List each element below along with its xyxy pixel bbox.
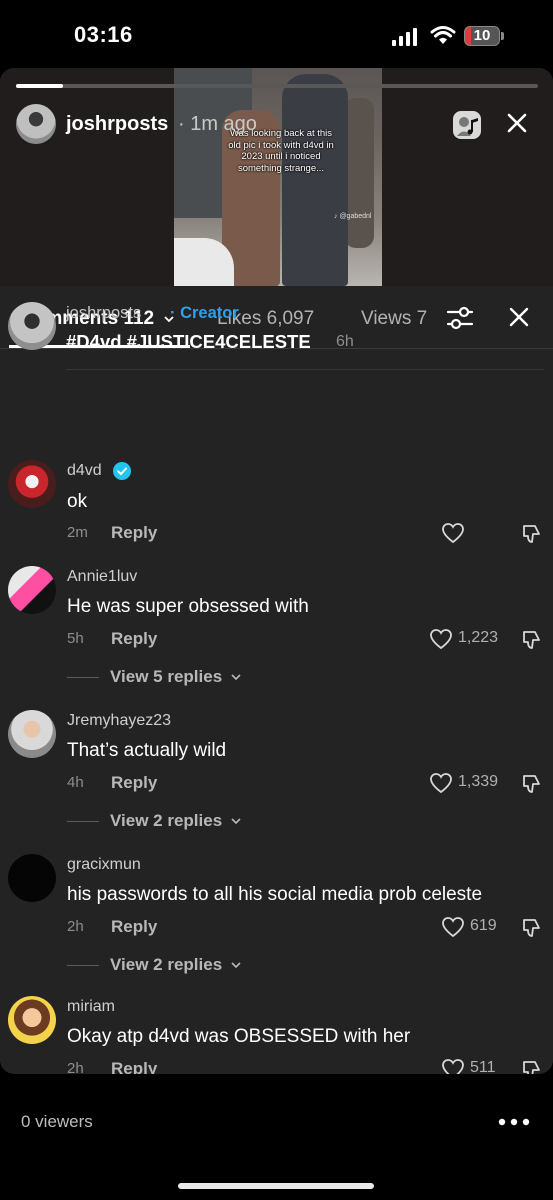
like-count: 619 xyxy=(470,917,497,934)
story-header: Was looking back at this old pic i took … xyxy=(0,68,553,286)
dislike-icon[interactable] xyxy=(520,522,544,546)
comment-text: He was super obsessed with xyxy=(67,596,309,617)
comment-text: ok xyxy=(67,491,88,512)
comment-row-clipped: miriam Okay atp d4vd was OBSESSED with h… xyxy=(0,990,553,1074)
comment-username[interactable]: Annie1luv xyxy=(67,568,137,586)
view-replies-button[interactable]: View 2 replies xyxy=(110,955,242,975)
avatar[interactable] xyxy=(8,854,56,902)
viewers-count[interactable]: 0 viewers xyxy=(21,1112,93,1132)
heart-icon[interactable] xyxy=(429,772,453,794)
creator-caption-time: 6h xyxy=(336,333,354,350)
divider xyxy=(66,369,544,370)
comment-username[interactable]: gracixmun xyxy=(67,856,141,874)
heart-icon[interactable] xyxy=(429,628,453,650)
reply-button[interactable]: Reply xyxy=(111,1059,157,1074)
avatar[interactable] xyxy=(8,566,56,614)
comment-username[interactable]: Jremyhayez23 xyxy=(67,712,171,730)
chevron-down-icon xyxy=(231,818,241,825)
divider xyxy=(67,965,99,966)
home-indicator[interactable] xyxy=(178,1183,374,1189)
heart-icon[interactable] xyxy=(441,1058,465,1074)
avatar[interactable] xyxy=(8,996,56,1044)
dislike-icon[interactable] xyxy=(520,1058,544,1074)
like-count: 1,223 xyxy=(458,629,499,646)
view-replies-button[interactable]: View 5 replies xyxy=(110,667,242,687)
video-watermark: ♪ @gabednl xyxy=(334,213,372,220)
music-icon[interactable] xyxy=(452,110,482,140)
view-replies-button[interactable]: View 2 replies xyxy=(110,811,242,831)
comment-username[interactable]: miriam xyxy=(67,998,115,1016)
dislike-icon[interactable] xyxy=(520,916,544,940)
comment-text: Okay atp d4vd was OBSESSED with her xyxy=(67,1026,411,1047)
comment-time: 5h xyxy=(67,630,84,647)
story-progress-bar xyxy=(16,84,538,88)
heart-icon[interactable] xyxy=(441,916,465,938)
tab-views[interactable]: Views 7 xyxy=(361,308,427,330)
reply-button[interactable]: Reply xyxy=(111,917,157,937)
creator-badge: · Creator xyxy=(170,304,239,322)
comment-time: 2m xyxy=(67,524,88,541)
cellular-signal-icon xyxy=(392,28,417,46)
avatar[interactable] xyxy=(16,104,56,144)
chevron-down-icon xyxy=(231,962,241,969)
comment-text: his passwords to all his social media pr… xyxy=(67,884,483,905)
story-video-thumbnail[interactable]: Was looking back at this old pic i took … xyxy=(174,68,382,286)
wifi-icon xyxy=(430,26,456,44)
avatar[interactable] xyxy=(8,460,56,508)
avatar[interactable] xyxy=(8,302,56,350)
story-username[interactable]: joshrposts xyxy=(66,113,168,136)
story-time-ago: · 1m ago xyxy=(178,113,257,135)
avatar[interactable] xyxy=(8,710,56,758)
battery-level: 10 xyxy=(473,27,491,44)
dislike-icon[interactable] xyxy=(520,628,544,652)
comment-time: 2h xyxy=(67,1060,84,1074)
reply-button[interactable]: Reply xyxy=(111,773,157,793)
reply-button[interactable]: Reply xyxy=(111,523,157,543)
divider xyxy=(67,677,99,678)
close-icon[interactable] xyxy=(506,112,528,134)
story-progress-fill xyxy=(16,84,63,88)
comment-username[interactable]: d4vd xyxy=(67,462,102,480)
comment-text: That’s actually wild xyxy=(67,740,227,761)
comment-time: 2h xyxy=(67,918,84,935)
heart-icon[interactable] xyxy=(441,522,465,544)
reply-button[interactable]: Reply xyxy=(111,629,157,649)
verified-badge-icon xyxy=(113,462,131,480)
filter-icon[interactable] xyxy=(445,304,475,332)
close-icon[interactable] xyxy=(508,306,530,328)
dislike-icon[interactable] xyxy=(520,772,544,796)
more-options-icon[interactable] xyxy=(497,1110,531,1134)
divider xyxy=(67,821,99,822)
comment-time: 4h xyxy=(67,774,84,791)
like-count: 1,339 xyxy=(458,773,499,790)
battery-icon: 10 xyxy=(464,26,504,48)
status-time: 03:16 xyxy=(74,22,133,47)
like-count: 511 xyxy=(470,1059,496,1074)
creator-caption-text: #D4vd #JUSTICE4CELESTE xyxy=(66,331,311,352)
creator-username[interactable]: joshrposts xyxy=(66,304,141,323)
chevron-down-icon xyxy=(231,674,241,681)
